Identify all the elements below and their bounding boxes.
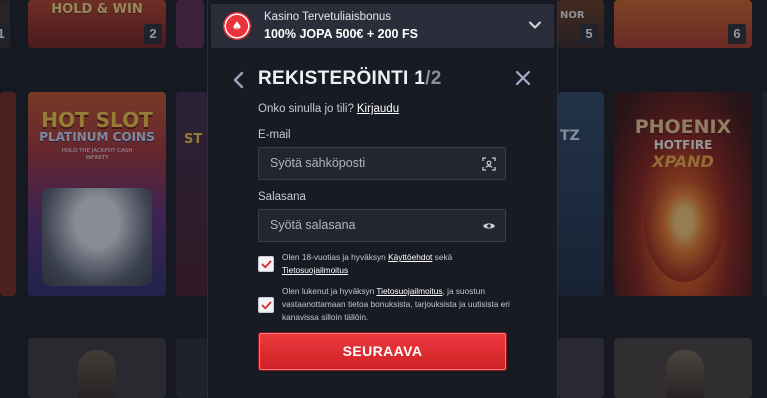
casino-chip-icon: ♠ [223,12,251,40]
terms-text: Olen 18-vuotias ja hyväksyn Käyttöehdot … [282,251,510,277]
game-subtitle: PLATINUM COINS [39,130,155,144]
privacy-link[interactable]: Tietosuojailmoitus [282,265,348,275]
close-icon[interactable] [514,69,532,87]
marketing-checkbox[interactable] [258,297,274,313]
scan-icon[interactable] [482,157,496,171]
game-tile[interactable] [28,338,166,398]
bonus-text: Kasino Tervetuliaisbonus 100% JOPA 500€ … [264,10,418,43]
game-title: PHOENIX [634,116,732,138]
email-field[interactable]: Syötä sähköposti [258,147,506,180]
bonus-title: Kasino Tervetuliaisbonus [264,10,392,23]
game-tile-tz[interactable]: TZ [558,92,604,296]
rank-badge: 1 [0,24,10,44]
bonus-offer: 100% JOPA 500€ + 200 FS [264,26,418,41]
game-tile[interactable] [176,0,204,48]
game-tile[interactable] [0,92,16,296]
step-total: /2 [425,68,442,89]
game-tile-nor[interactable]: NOR 5 [558,0,604,48]
game-title: TZ [560,128,580,144]
check-icon [261,260,272,269]
email-placeholder: Syötä sähköposti [270,156,366,170]
game-tile[interactable]: 1 [0,0,10,48]
terms-checkbox[interactable] [258,256,274,272]
password-placeholder: Syötä salasana [270,218,356,232]
form-title-text: REKISTERÖINTI [258,68,409,89]
game-tile[interactable] [176,338,207,398]
marketing-text: Olen lukenut ja hyväksyn Tietosuojailmoi… [282,285,510,324]
game-tile-hold-win[interactable]: HOLD & WIN 2 [28,0,166,48]
login-prompt: Onko sinulla jo tili? Kirjaudu [258,103,399,115]
login-question: Onko sinulla jo tili? [258,103,354,115]
welcome-bonus-banner[interactable]: ♠ Kasino Tervetuliaisbonus 100% JOPA 500… [211,4,554,48]
game-tile[interactable]: 6 [614,0,752,48]
chevron-left-icon[interactable] [232,71,246,89]
password-label: Salasana [258,191,306,203]
check-icon [261,301,272,310]
rank-badge: 5 [580,24,598,44]
form-header: REKISTERÖINTI 1/2 [232,66,532,94]
terms-link[interactable]: Käyttöehdot [388,252,432,262]
form-title: REKISTERÖINTI 1/2 [258,68,442,90]
rank-badge: 6 [728,24,746,44]
game-tile[interactable] [614,338,752,398]
email-label: E-mail [258,129,291,141]
game-tile-phoenix[interactable]: PHOENIX HOTFIRE XPAND [614,92,752,296]
game-tagline: HOLD THE JACKPOT CASH INFINITY [61,148,133,161]
game-title: HOT SLOT [41,108,153,132]
screen: 1 HOLD & WIN 2 HOT SLOT PLATINUM COINS H… [0,0,767,398]
marketing-text-before: Olen lukenut ja hyväksyn [282,286,377,296]
game-tile[interactable] [558,338,604,398]
game-title: HOLD & WIN [51,2,143,17]
rank-badge: 2 [144,24,162,44]
phoenix-image [644,182,724,282]
game-title: ST [184,132,203,147]
character-image [666,350,704,398]
game-tile-hot-slot[interactable]: HOT SLOT PLATINUM COINS HOLD THE JACKPOT… [28,92,166,296]
login-link[interactable]: Kirjaudu [357,103,399,115]
game-tile-st[interactable]: ST [176,92,207,296]
terms-text-before: Olen 18-vuotias ja hyväksyn [282,252,389,262]
treasure-chest-image [42,188,152,286]
game-tile[interactable] [762,92,767,296]
character-image [78,350,116,398]
game-subtitle: HOTFIRE [653,138,713,152]
next-button[interactable]: SEURAAVA [259,333,506,370]
game-title: NOR [560,10,585,21]
eye-icon[interactable] [482,219,496,233]
password-field[interactable]: Syötä salasana [258,209,506,242]
privacy-link[interactable]: Tietosuojailmoitus [376,286,442,296]
chevron-down-icon[interactable] [528,18,542,32]
step-current: 1 [414,68,426,89]
terms-text-mid: sekä [432,252,453,262]
game-tagline: XPAND [652,152,714,171]
